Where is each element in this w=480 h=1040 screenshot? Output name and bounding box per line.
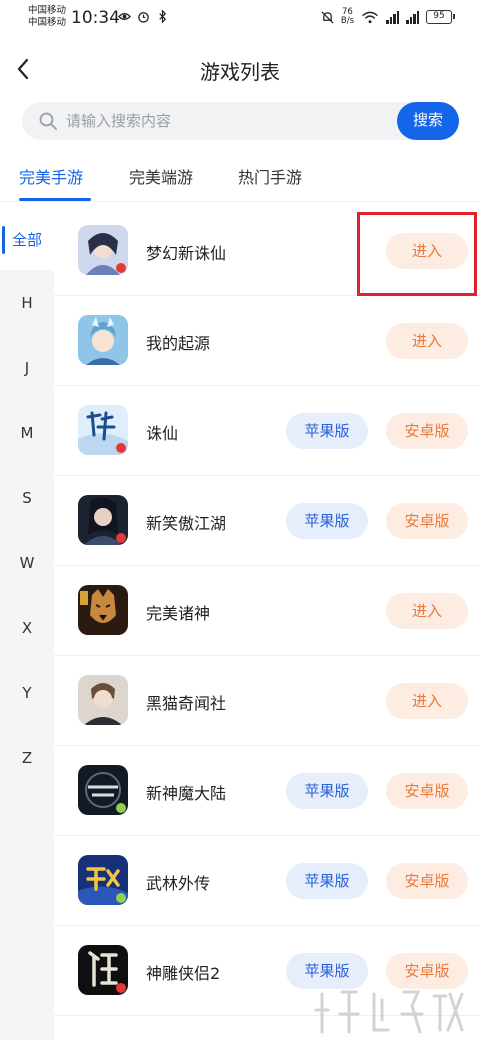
carrier-1: 中国移动: [28, 5, 67, 16]
search-bar: 搜索: [22, 102, 459, 140]
game-icon[interactable]: [78, 945, 128, 995]
game-name: 新笑傲江湖: [146, 514, 227, 533]
index-item-j[interactable]: J: [0, 359, 54, 377]
list-item: 新笑傲江湖 苹果版 安卓版: [54, 476, 480, 566]
list-item: 黑猫奇闻社 进入: [54, 656, 480, 746]
page-title: 游戏列表: [200, 60, 280, 84]
game-icon[interactable]: [78, 765, 128, 815]
carrier-info: 中国移动 中国移动: [28, 5, 66, 29]
game-name: 梦幻新诛仙: [146, 244, 227, 263]
game-name: 新神魔大陆: [146, 784, 227, 803]
android-version-button[interactable]: 安卓版: [386, 773, 468, 809]
signal-1-icon: [386, 10, 399, 24]
carrier-2: 中国移动: [28, 17, 67, 28]
index-item-z[interactable]: Z: [0, 749, 54, 767]
index-active-indicator: [2, 226, 5, 254]
tab-perfect-mobile[interactable]: 完美手游: [19, 164, 83, 188]
tab-perfect-pc[interactable]: 完美端游: [129, 164, 193, 188]
game-icon[interactable]: [78, 405, 128, 455]
network-speed-unit: B/s: [340, 16, 354, 26]
index-item-y[interactable]: Y: [0, 684, 54, 702]
status-bar: 中国移动 中国移动 10:34 76 B/s 95: [0, 0, 480, 36]
battery-icon: 95: [426, 10, 455, 24]
game-name: 黑猫奇闻社: [146, 694, 227, 713]
list-item: 新神魔大陆 苹果版 安卓版: [54, 746, 480, 836]
clock: 10:34: [71, 8, 120, 28]
index-item-m[interactable]: M: [0, 424, 54, 442]
list-item: 完美诸神 进入: [54, 566, 480, 656]
active-tab-indicator: [19, 198, 91, 201]
android-version-button[interactable]: 安卓版: [386, 413, 468, 449]
list-item: 我的起源 进入: [54, 296, 480, 386]
game-name: 神雕侠侣2: [146, 964, 221, 983]
network-speed: 76 B/s: [341, 8, 354, 26]
game-name: 完美诸神: [146, 604, 211, 623]
search-button[interactable]: 搜索: [397, 102, 459, 140]
highlight-annotation-box: [357, 212, 477, 296]
index-item-all[interactable]: 全部: [0, 206, 54, 270]
game-name: 诛仙: [146, 424, 179, 443]
tab-hot-mobile[interactable]: 热门手游: [238, 164, 302, 188]
header: 游戏列表: [0, 40, 480, 98]
game-icon[interactable]: [78, 585, 128, 635]
mute-icon: [321, 11, 334, 23]
enter-button[interactable]: 进入: [386, 683, 468, 719]
index-item-w[interactable]: W: [0, 554, 54, 572]
eye-icon: [118, 13, 131, 20]
index-item-x[interactable]: X: [0, 619, 54, 637]
game-icon[interactable]: [78, 675, 128, 725]
apple-version-button[interactable]: 苹果版: [286, 413, 368, 449]
apple-version-button[interactable]: 苹果版: [286, 503, 368, 539]
watermark-logo: [314, 990, 464, 1034]
category-tabs: 完美手游 完美端游 热门手游: [0, 150, 480, 202]
game-icon[interactable]: [78, 225, 128, 275]
apple-version-button[interactable]: 苹果版: [286, 773, 368, 809]
android-version-button[interactable]: 安卓版: [386, 503, 468, 539]
enter-button[interactable]: 进入: [386, 593, 468, 629]
signal-2-icon: [406, 10, 419, 24]
status-icons-right: 76 B/s 95: [321, 8, 455, 26]
search-input[interactable]: [66, 102, 366, 140]
game-icon[interactable]: [78, 495, 128, 545]
status-icons-left: [118, 10, 169, 23]
letter-index: 全部 H J M S W X Y Z: [0, 206, 54, 1040]
apple-version-button[interactable]: 苹果版: [286, 863, 368, 899]
index-item-h[interactable]: H: [0, 294, 54, 312]
index-item-s[interactable]: S: [0, 489, 54, 507]
game-icon[interactable]: [78, 855, 128, 905]
game-name: 我的起源: [146, 334, 211, 353]
alarm-icon: [138, 12, 149, 23]
android-version-button[interactable]: 安卓版: [386, 863, 468, 899]
list-item: 武林外传 苹果版 安卓版: [54, 836, 480, 926]
wifi-icon: [362, 11, 378, 23]
bluetooth-icon: [159, 10, 167, 23]
game-name: 武林外传: [146, 874, 211, 893]
enter-button[interactable]: 进入: [386, 323, 468, 359]
game-icon[interactable]: [78, 315, 128, 365]
list-item: 诛仙 苹果版 安卓版: [54, 386, 480, 476]
search-icon: [39, 112, 57, 130]
